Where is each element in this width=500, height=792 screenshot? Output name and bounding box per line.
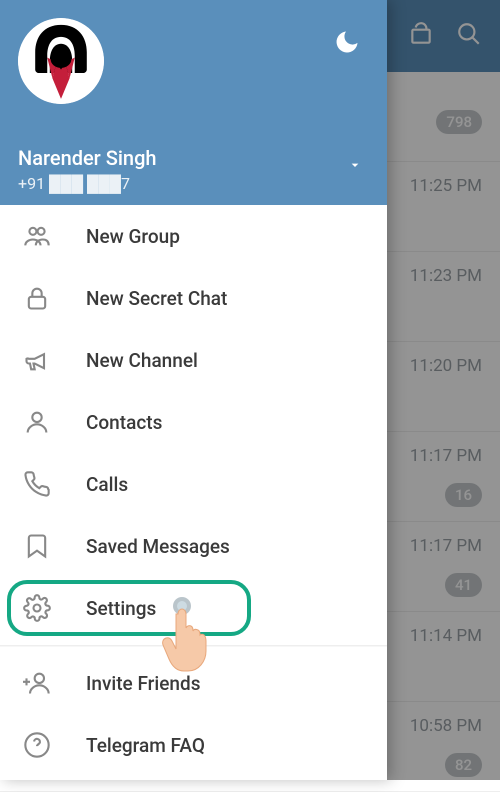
- menu-item-saved-messages[interactable]: Saved Messages: [0, 515, 387, 577]
- gear-icon: [22, 593, 52, 623]
- menu-item-calls[interactable]: Calls: [0, 453, 387, 515]
- menu-item-new-group[interactable]: New Group: [0, 205, 387, 267]
- phone-icon: [22, 469, 52, 499]
- drawer-header: Narender Singh +91 ███ ███7: [0, 0, 387, 205]
- menu-item-new-secret-chat[interactable]: New Secret Chat: [0, 267, 387, 329]
- lock-icon: [22, 283, 52, 313]
- user-phone: +91 ███ ███7: [18, 174, 369, 194]
- person-icon: [22, 407, 52, 437]
- menu-item-telegram-faq[interactable]: Telegram FAQ: [0, 714, 387, 776]
- menu-label: Telegram FAQ: [86, 734, 205, 757]
- menu-item-invite-friends[interactable]: Invite Friends: [0, 652, 387, 714]
- add-person-icon: [22, 668, 52, 698]
- menu-label: Settings: [86, 597, 156, 620]
- avatar[interactable]: [18, 18, 104, 104]
- help-icon: [22, 730, 52, 760]
- menu-item-new-channel[interactable]: New Channel: [0, 329, 387, 391]
- menu-divider: [0, 645, 387, 646]
- account-dropdown-icon[interactable]: [347, 157, 363, 177]
- menu-label: Invite Friends: [86, 672, 200, 695]
- menu-label: New Group: [86, 225, 180, 248]
- night-mode-icon[interactable]: [333, 28, 361, 60]
- bookmark-icon: [22, 531, 52, 561]
- menu-label: New Secret Chat: [86, 287, 227, 310]
- navigation-drawer: Narender Singh +91 ███ ███7 New Group Ne…: [0, 0, 387, 780]
- drawer-menu: New Group New Secret Chat New Channel Co…: [0, 205, 387, 780]
- megaphone-icon: [22, 345, 52, 375]
- menu-item-settings[interactable]: Settings: [0, 577, 387, 639]
- group-icon: [22, 221, 52, 251]
- menu-label: New Channel: [86, 349, 198, 372]
- menu-label: Contacts: [86, 411, 162, 434]
- user-name: Narender Singh: [18, 146, 369, 170]
- menu-label: Saved Messages: [86, 535, 230, 558]
- menu-label: Calls: [86, 473, 128, 496]
- menu-item-contacts[interactable]: Contacts: [0, 391, 387, 453]
